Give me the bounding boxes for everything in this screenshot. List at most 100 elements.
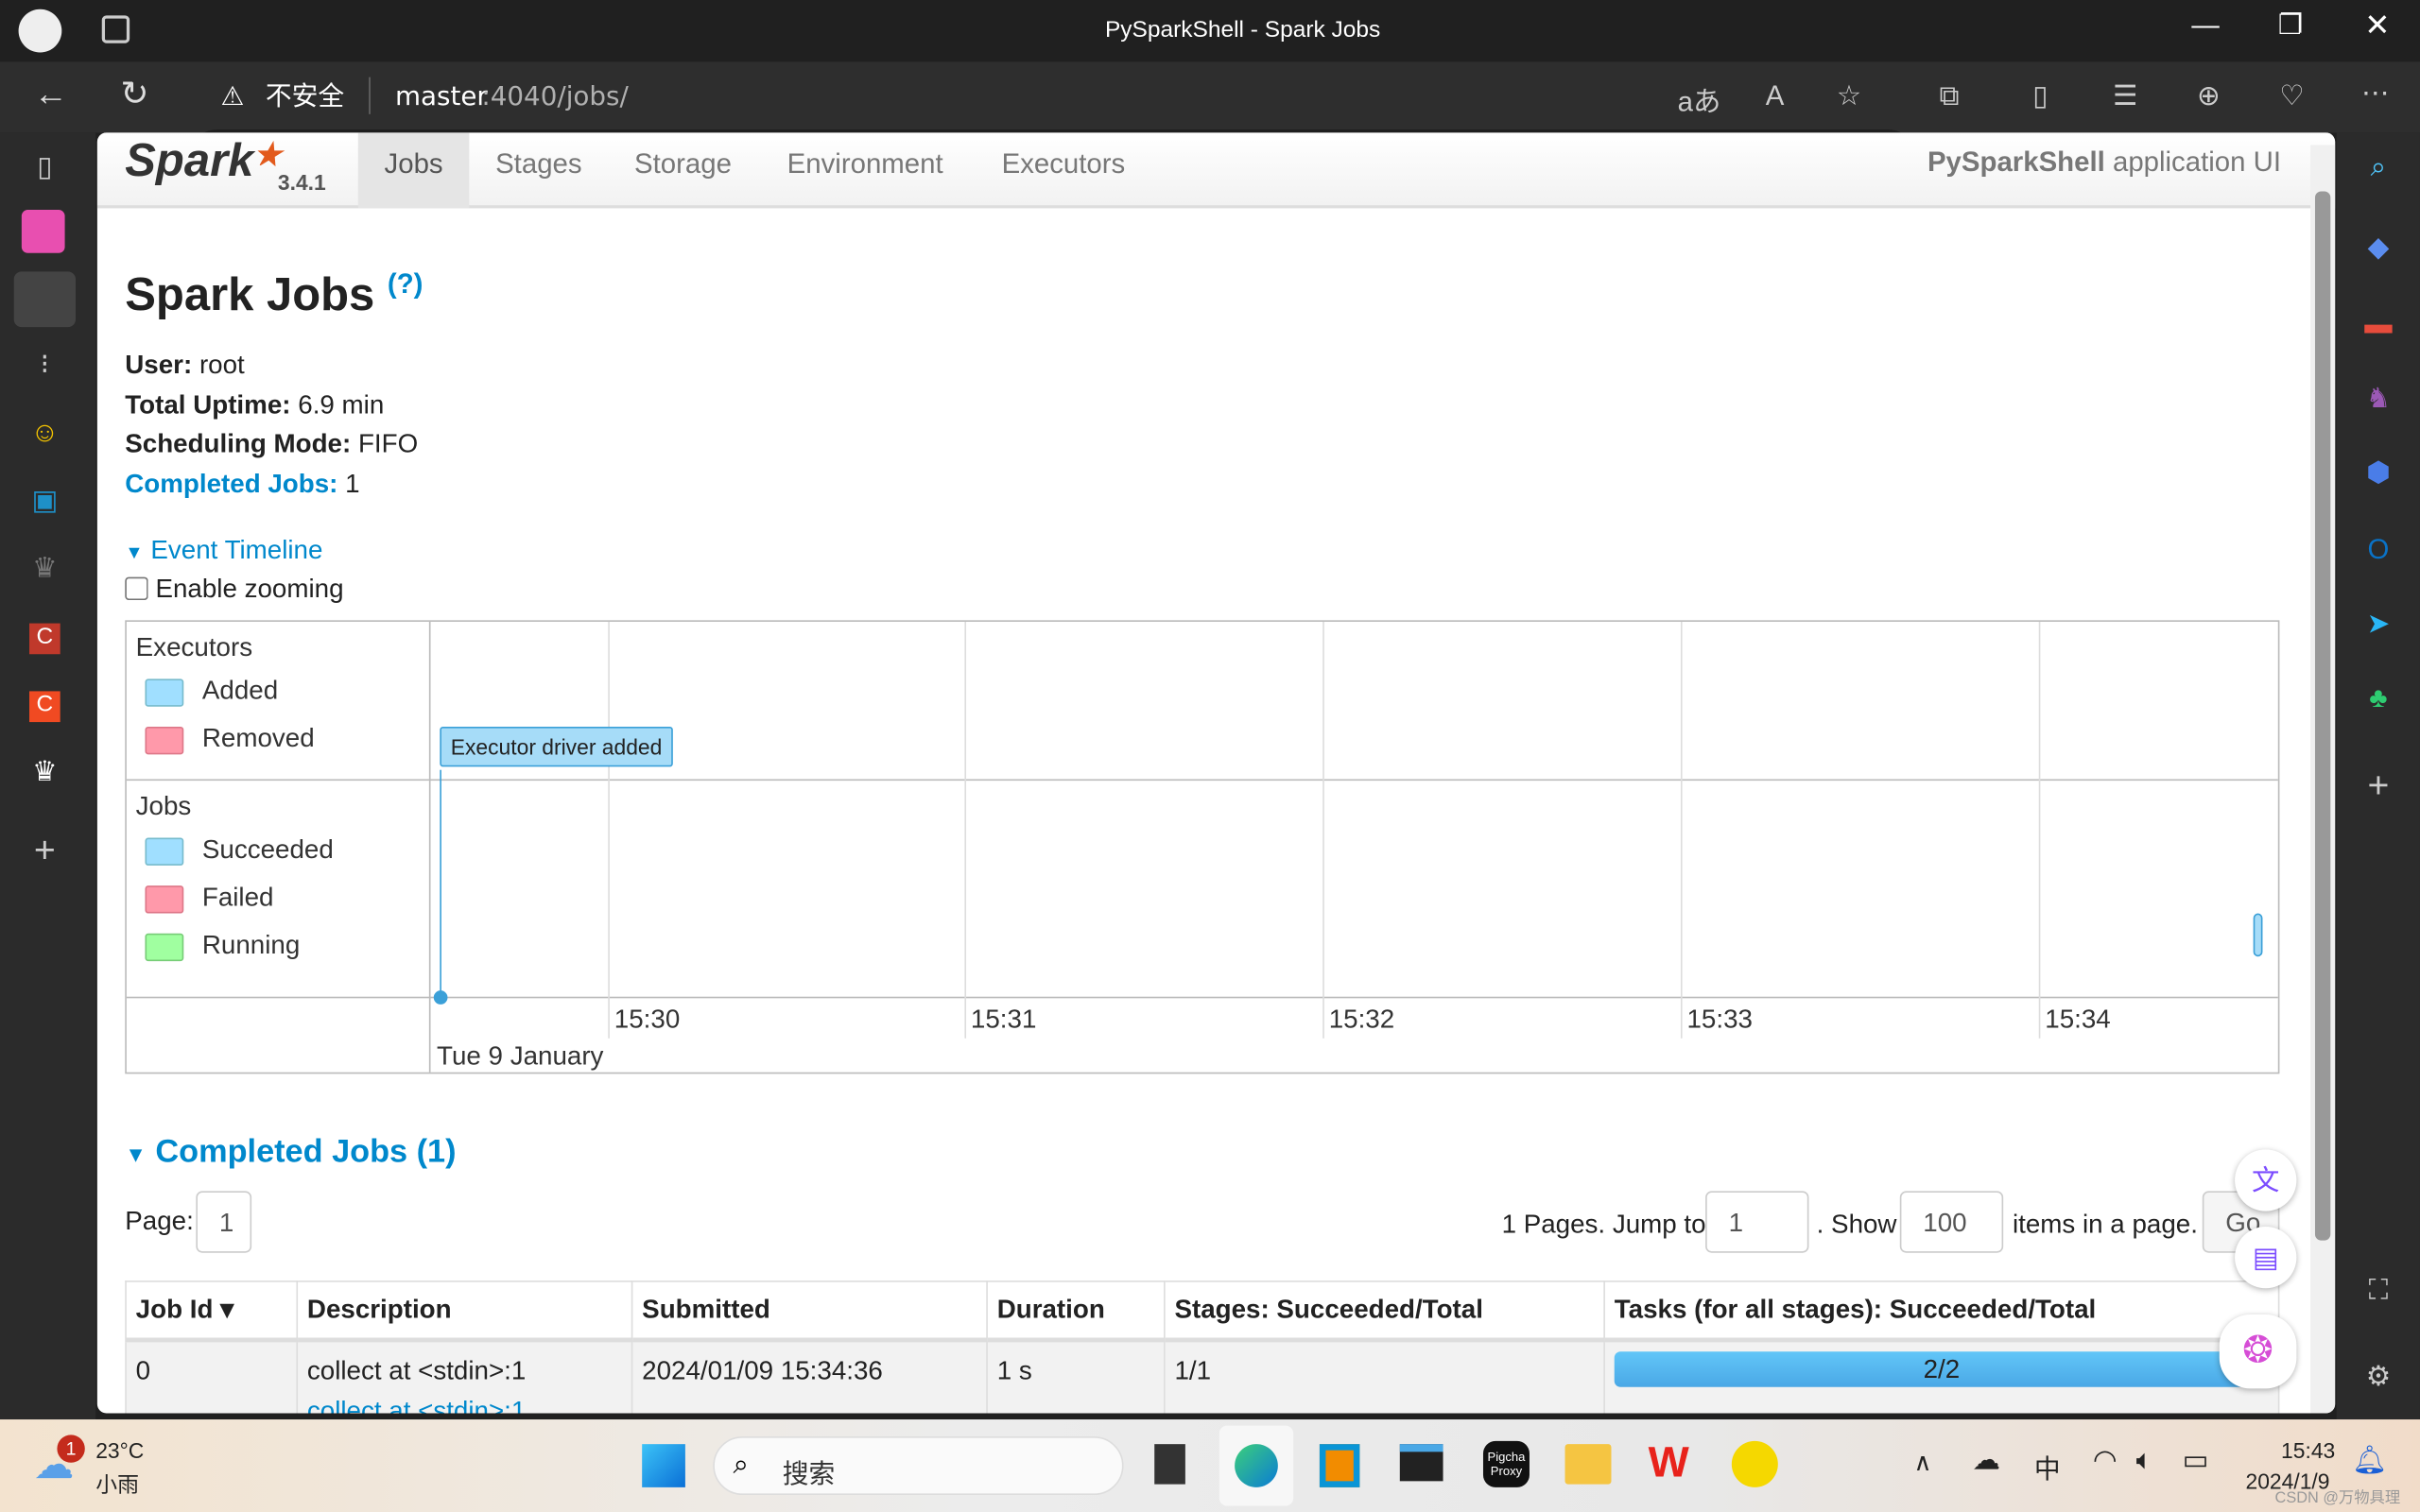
- tick-label: 15:33: [1686, 1004, 1753, 1034]
- col-stages[interactable]: Stages: Succeeded/Total: [1164, 1280, 1605, 1343]
- edge-app[interactable]: [1219, 1425, 1294, 1506]
- taskbar-search[interactable]: ⌕ 搜索: [713, 1435, 1124, 1496]
- close-button[interactable]: ✕: [2364, 7, 2390, 45]
- job-duration: 1 s: [986, 1339, 1166, 1414]
- vmware-app[interactable]: [1319, 1444, 1360, 1487]
- sidebar-toggle-icon[interactable]: ▯: [22, 151, 68, 183]
- games-icon[interactable]: ♞: [2355, 383, 2401, 415]
- back-button[interactable]: ←: [34, 74, 68, 113]
- tab-environment[interactable]: Environment: [761, 132, 970, 208]
- tab-executors[interactable]: Executors: [976, 132, 1151, 208]
- settings-icon[interactable]: ⚙: [2355, 1361, 2401, 1393]
- executors-label: Executors: [135, 632, 253, 662]
- executor-added-event[interactable]: Executor driver added: [440, 726, 673, 767]
- tv-icon[interactable]: ▣: [22, 485, 68, 517]
- event-timeline-toggle[interactable]: ▼ Event Timeline: [125, 536, 322, 567]
- clock-time[interactable]: 15:43: [2281, 1438, 2335, 1463]
- event-marker[interactable]: [433, 990, 448, 1005]
- scrollbar-thumb[interactable]: [2314, 191, 2331, 1241]
- items-text: items in a page.: [2012, 1209, 2198, 1240]
- table-row: 0 collect at <stdin>:1 collect at <stdin>…: [125, 1339, 2280, 1414]
- onedrive-icon[interactable]: ☁: [1973, 1444, 2000, 1476]
- favorites-icon[interactable]: ☰: [2102, 80, 2149, 112]
- file-explorer-app[interactable]: [1564, 1444, 1612, 1485]
- completed-jobs-heading[interactable]: ▼ Completed Jobs (1): [125, 1134, 456, 1171]
- tasks-progress-label: 2/2: [1923, 1354, 1961, 1384]
- add-icon[interactable]: +: [2355, 765, 2401, 809]
- tick-label: 15:34: [2045, 1004, 2111, 1034]
- toolbox-icon[interactable]: ▬: [2355, 309, 2401, 341]
- show-hidden-icons[interactable]: ∧: [1913, 1447, 1931, 1478]
- col-job-id[interactable]: Job Id ▾: [125, 1280, 299, 1343]
- page-size-input[interactable]: 100: [1899, 1191, 2004, 1253]
- jump-to-input[interactable]: 1: [1705, 1191, 1809, 1253]
- wps-app[interactable]: W: [1649, 1438, 1689, 1487]
- tab-storage[interactable]: Storage: [608, 132, 757, 208]
- ai-brain-icon[interactable]: ❂: [2219, 1314, 2297, 1389]
- translate-icon[interactable]: 文: [2235, 1149, 2297, 1211]
- task-view-icon[interactable]: [1154, 1444, 1185, 1485]
- restore-button[interactable]: ❐: [2278, 9, 2303, 42]
- col-submitted[interactable]: Submitted: [631, 1280, 988, 1343]
- pages-text: 1 Pages. Jump to: [1501, 1209, 1706, 1240]
- tab-stages[interactable]: Stages: [469, 132, 608, 208]
- smiley-icon[interactable]: ☺: [22, 417, 68, 449]
- tabs-icon[interactable]: [101, 15, 130, 43]
- collections-icon[interactable]: ⊕: [2186, 80, 2232, 112]
- remote-desktop-app[interactable]: [1399, 1444, 1443, 1482]
- text-icon[interactable]: A: [1752, 80, 1798, 112]
- extensions-icon[interactable]: ⧉: [1927, 80, 1973, 112]
- col-description[interactable]: Description: [296, 1280, 633, 1343]
- screenshot-icon[interactable]: ⛶: [2355, 1275, 2401, 1307]
- ime-indicator[interactable]: 中: [2034, 1447, 2061, 1486]
- health-icon[interactable]: ♡: [2269, 80, 2315, 112]
- c-icon-2[interactable]: C: [29, 691, 60, 723]
- more-icon[interactable]: ⋯: [2352, 77, 2398, 110]
- tab-jobs[interactable]: Jobs: [357, 132, 470, 209]
- reader-icon[interactable]: ▤: [2235, 1226, 2297, 1289]
- tree-icon[interactable]: ♣: [2355, 682, 2401, 714]
- job-link[interactable]: collect at <stdin>:1: [307, 1397, 622, 1414]
- tag-icon[interactable]: ◆: [2355, 232, 2401, 264]
- job-stages: 1/1: [1164, 1339, 1605, 1414]
- search-icon[interactable]: ⌕: [2355, 151, 2401, 183]
- search-icon: ⌕: [733, 1449, 749, 1480]
- page-title: Spark Jobs (?): [125, 268, 424, 321]
- enable-zooming-checkbox[interactable]: [125, 576, 148, 601]
- minimize-button[interactable]: —: [2191, 9, 2219, 42]
- scrollbar[interactable]: [2310, 145, 2336, 1414]
- spark-page: Spark★ 3.4.1 Jobs Stages Storage Environ…: [96, 132, 2336, 1414]
- profile-avatar[interactable]: [18, 9, 62, 53]
- security-label[interactable]: 不安全: [266, 80, 344, 114]
- page-link[interactable]: 1: [196, 1191, 252, 1253]
- read-aloud-icon[interactable]: aあ: [1676, 80, 1722, 120]
- pigcha-proxy-app[interactable]: Pigcha Proxy: [1482, 1440, 1530, 1487]
- tick-label: 15:30: [614, 1004, 681, 1034]
- col-tasks[interactable]: Tasks (for all stages): Succeeded/Total: [1603, 1280, 2280, 1343]
- wifi-icon[interactable]: ◠: [2093, 1444, 2118, 1476]
- battery-icon[interactable]: ▭: [2183, 1444, 2209, 1476]
- volume-icon[interactable]: 🔈︎: [2136, 1444, 2153, 1476]
- refresh-button[interactable]: ↻: [120, 74, 148, 113]
- crown-icon-2[interactable]: ♛: [22, 756, 68, 788]
- outlook-icon[interactable]: O: [2355, 534, 2401, 566]
- help-link[interactable]: (?): [388, 268, 424, 300]
- app-icon[interactable]: [21, 210, 65, 253]
- music-app[interactable]: [1731, 1440, 1778, 1487]
- spark-tab-icon[interactable]: [13, 271, 76, 328]
- c-icon[interactable]: C: [29, 623, 60, 655]
- start-button[interactable]: [642, 1444, 685, 1487]
- completed-jobs-link[interactable]: Completed Jobs:: [125, 469, 337, 498]
- job-succeeded-bar[interactable]: [2253, 913, 2263, 957]
- split-screen-icon[interactable]: ▯: [2017, 80, 2064, 112]
- col-duration[interactable]: Duration: [986, 1280, 1166, 1343]
- send-icon[interactable]: ➤: [2355, 608, 2401, 640]
- dots-icon[interactable]: ⁝: [22, 349, 68, 381]
- add-icon[interactable]: +: [22, 830, 68, 873]
- tick-label: 15:31: [970, 1004, 1037, 1034]
- favorite-star-icon[interactable]: ☆: [1825, 80, 1872, 112]
- notification-bell-icon[interactable]: 🔔︎: [2352, 1444, 2387, 1476]
- copilot-icon[interactable]: ⬢: [2355, 456, 2401, 489]
- crown-icon[interactable]: ♛: [22, 552, 68, 584]
- spark-logo[interactable]: Spark★: [125, 136, 281, 189]
